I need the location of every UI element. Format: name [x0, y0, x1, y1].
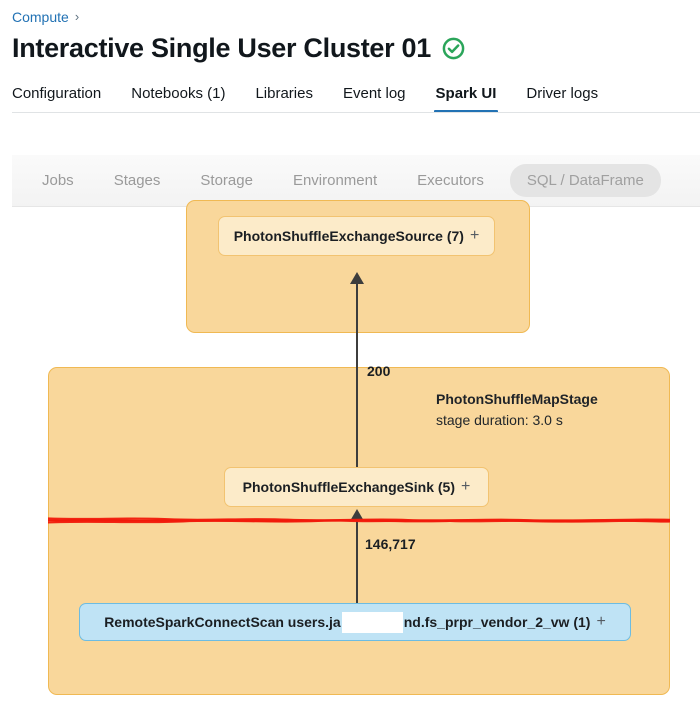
tab-driver-logs[interactable]: Driver logs	[526, 84, 598, 113]
edge-label-rows-200: 200	[367, 363, 391, 379]
tab-event-log[interactable]: Event log	[343, 84, 406, 113]
cluster-tabs: Configuration Notebooks (1) Libraries Ev…	[12, 79, 700, 113]
subtab-sql-dataframe[interactable]: SQL / DataFrame	[509, 164, 661, 197]
dag-node-label-prefix: RemoteSparkConnectScan users.ja	[104, 614, 341, 630]
dag-node-label: PhotonShuffleExchangeSource (7)	[233, 228, 464, 244]
dag-node-photon-shuffle-exchange-sink[interactable]: PhotonShuffleExchangeSink (5) +	[224, 467, 489, 507]
subtab-stages[interactable]: Stages	[100, 164, 175, 197]
redacted-text-block	[341, 611, 403, 633]
tab-libraries[interactable]: Libraries	[255, 84, 313, 113]
page-title: Interactive Single User Cluster 01	[12, 33, 431, 63]
dag-node-photon-shuffle-exchange-source[interactable]: PhotonShuffleExchangeSource (7) +	[218, 216, 495, 256]
breadcrumb: Compute ›	[12, 8, 79, 26]
subtab-storage[interactable]: Storage	[186, 164, 267, 197]
check-circle-icon	[442, 37, 465, 59]
expand-node-icon[interactable]: +	[470, 227, 479, 245]
subtab-executors[interactable]: Executors	[403, 164, 498, 197]
expand-node-icon[interactable]: +	[461, 478, 470, 496]
dag-node-label: PhotonShuffleExchangeSink (5)	[242, 479, 455, 495]
expand-node-icon[interactable]: +	[596, 613, 605, 631]
breadcrumb-separator-icon: ›	[74, 9, 80, 24]
subtab-environment[interactable]: Environment	[279, 164, 391, 197]
sql-dag-canvas: PhotonShuffleMapStage stage duration: 3.…	[0, 196, 700, 714]
red-highlight-annotation	[48, 517, 670, 524]
tab-notebooks[interactable]: Notebooks (1)	[131, 84, 225, 113]
tab-spark-ui[interactable]: Spark UI	[433, 84, 499, 113]
page-title-row: Interactive Single User Cluster 01	[12, 31, 465, 65]
edge-label-rows-146717: 146,717	[365, 536, 416, 552]
dag-node-remote-spark-connect-scan[interactable]: RemoteSparkConnectScan users.ja nd.fs_pr…	[79, 603, 631, 641]
stage-duration-label: stage duration: 3.0 s	[436, 412, 563, 428]
tabs-divider	[12, 112, 700, 113]
subtab-jobs[interactable]: Jobs	[28, 164, 88, 197]
spark-ui-page: Compute › Interactive Single User Cluste…	[0, 0, 700, 714]
stage-title-photon-shuffle-map-stage: PhotonShuffleMapStage	[436, 391, 598, 407]
breadcrumb-item-compute[interactable]: Compute	[12, 8, 69, 26]
tab-configuration[interactable]: Configuration	[12, 84, 101, 113]
dag-node-label-suffix: nd.fs_prpr_vendor_2_vw (1)	[403, 614, 591, 630]
arrowhead-icon	[350, 272, 364, 284]
stage-container-photon-shuffle-map-stage[interactable]	[48, 367, 670, 695]
